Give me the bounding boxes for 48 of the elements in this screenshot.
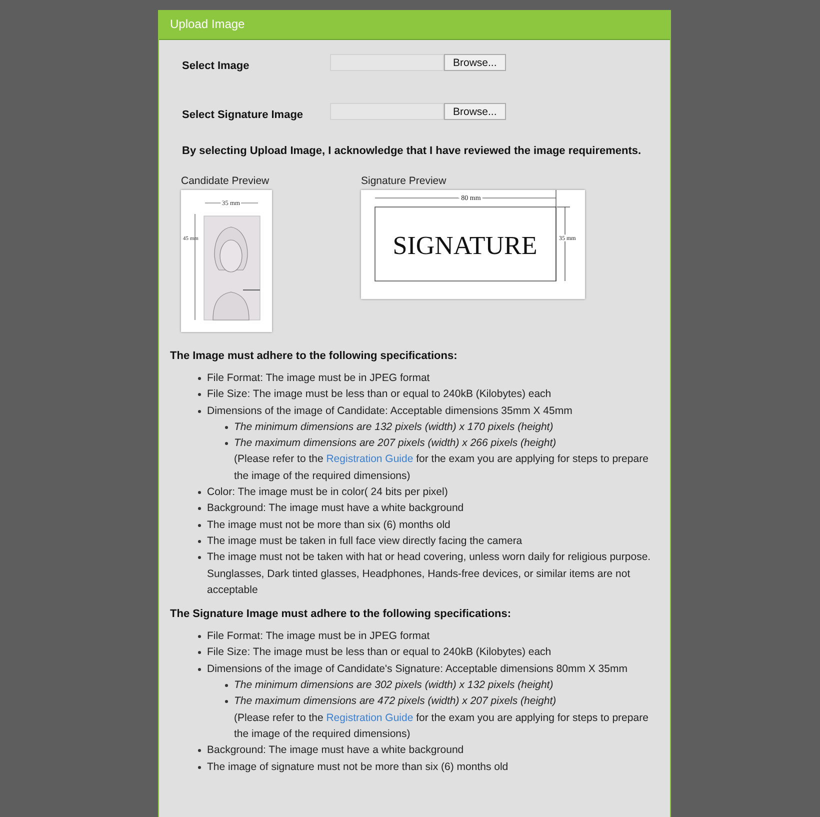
bullet-icon [225, 426, 228, 429]
spec-item: File Format: The image must be in JPEG format [207, 630, 430, 642]
preview-label: Signature Preview [361, 175, 448, 187]
bullet-icon [198, 556, 201, 560]
spec-item: Background: The image must have a white background [207, 502, 464, 514]
guide-note: (Please refer to the Registration Guide for the exam you are applying for steps to prepare the image of the required dimensions) [233, 452, 650, 484]
spec-item: File Size: The image must be less than or equal to 240kB (Kilobytes) each [207, 388, 552, 400]
spec-heading: The Image must adhere to the following specifications: [170, 350, 458, 362]
file-path-field[interactable] [330, 54, 444, 71]
spec-item: Dimensions of the image of Candidate's Signature: Acceptable dimensions 80mm X 35mm [207, 662, 628, 675]
browse-button[interactable]: Browse... [444, 54, 506, 71]
bullet-icon [225, 442, 228, 446]
spec-heading: The Signature Image must adhere to the following specifications: [170, 608, 512, 620]
file-path-field[interactable] [330, 103, 444, 120]
spec-sub-item: The minimum dimensions are 302 pixels (width) x 132 pixels (height) [234, 678, 554, 694]
spec-sub-item: The maximum dimensions are 207 pixels (width) x 266 pixels (height) [234, 436, 556, 452]
bullet-icon [198, 651, 201, 654]
bullet-icon [198, 507, 201, 510]
spec-item: Dimensions of the image of Candidate: Acceptable dimensions 35mm X 45mm [207, 404, 572, 417]
spec-item: File Size: The image must be less than or equal to 240kB (Kilobytes) each [207, 646, 552, 658]
spec-item: Background: The image must have a white background [207, 744, 464, 756]
browse-button[interactable]: Browse... [444, 103, 506, 120]
preview-label: Candidate Preview [181, 175, 270, 187]
spec-sub-item: The maximum dimensions are 472 pixels (width) x 207 pixels (height) [234, 694, 556, 710]
acknowledgement-text: By selecting Upload Image, I acknowledge that I have reviewed the image requirements. [181, 145, 642, 157]
spec-item: The image must not be more than six (6) months old [207, 518, 450, 531]
bullet-icon [225, 684, 228, 688]
bullet-icon [198, 377, 201, 380]
bullet-icon [198, 393, 201, 396]
guide-note: (Please refer to the Registration Guide for the exam you are applying for steps to prepare the image of the required dimensions) [233, 710, 650, 742]
spec-item: The image of signature must not be more than six (6) months old [207, 760, 508, 773]
field-label: Select Signature Image [181, 108, 304, 121]
bullet-icon [198, 635, 201, 638]
panel-title: Upload Image [159, 11, 670, 40]
bullet-icon [198, 524, 201, 527]
field-label: Select Image [181, 59, 250, 72]
bullet-icon [198, 540, 201, 543]
spec-sub-item: The minimum dimensions are 132 pixels (width) x 170 pixels (height) [234, 420, 554, 435]
bullet-icon [198, 668, 201, 671]
spec-item: File Format: The image must be in JPEG format [207, 372, 430, 384]
bullet-icon [225, 700, 228, 704]
bullet-icon [198, 749, 201, 752]
bullet-icon [198, 410, 201, 413]
spec-item: Color: The image must be in color( 24 bits per pixel) [207, 486, 448, 498]
bullet-icon [198, 766, 201, 769]
bullet-icon [198, 491, 201, 494]
spec-item: The image must be taken in full face view directly facing the camera [207, 534, 522, 547]
spec-item: The image must not be taken with hat or head covering, unless worn daily for religious purpose. Sunglasses, Dark tinted glasses, Headphones, Hands-free devices, or similar items are not acceptable [207, 551, 651, 596]
